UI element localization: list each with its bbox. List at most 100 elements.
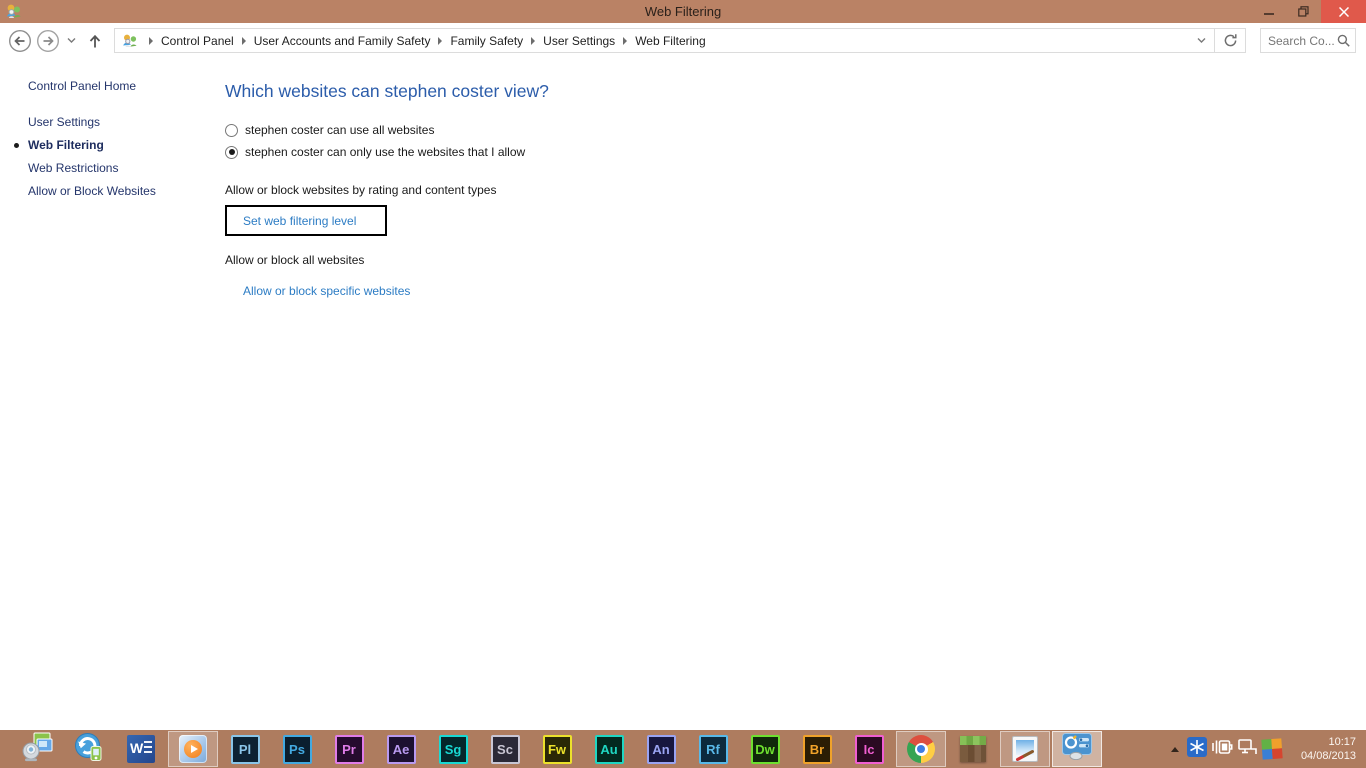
taskbar-app-windows-media-player[interactable] (168, 731, 218, 767)
sidebar-item-allow-or-block-websites[interactable]: Allow or Block Websites (28, 180, 212, 203)
chrome-icon (907, 735, 935, 763)
taskbar-app-adobe-prelude[interactable]: Pl (220, 731, 270, 767)
address-dropdown-button[interactable] (1189, 29, 1215, 52)
tray-time: 10:17 (1328, 736, 1356, 748)
breadcrumb-item-web-filtering[interactable]: Web Filtering (615, 29, 706, 52)
taskbar-app-adobe-fireworks[interactable]: Fw (532, 731, 582, 767)
breadcrumb-item-family-safety[interactable]: Family Safety (430, 29, 523, 52)
all-websites-section-label: Allow or block all websites (225, 253, 365, 267)
minimize-icon (1263, 12, 1274, 15)
radio-button[interactable] (225, 145, 238, 159)
allow-block-specific-websites-link[interactable]: Allow or block specific websites (243, 284, 410, 298)
taskbar-app-minecraft[interactable] (948, 731, 998, 767)
search-icon[interactable] (1337, 34, 1350, 47)
adobe-reflow-icon: Rf (698, 734, 728, 764)
taskbar-app-adobe-speedgrade[interactable]: Sg (428, 731, 478, 767)
breadcrumb-item-user-accounts-and-family-safety[interactable]: User Accounts and Family Safety (234, 29, 430, 52)
back-icon (8, 29, 32, 52)
sidebar-item-user-settings[interactable]: User Settings (28, 111, 212, 134)
title-bar: Web Filtering (0, 0, 1366, 23)
adobe-dreamweaver-icon: Dw (750, 734, 780, 764)
taskbar-app-paint[interactable] (1000, 731, 1050, 767)
radio-button[interactable] (225, 123, 238, 137)
back-button[interactable] (8, 29, 32, 53)
refresh-button[interactable] (1215, 29, 1245, 52)
network-icon (1237, 738, 1257, 754)
tray-icon-antivirus[interactable] (1259, 731, 1284, 767)
breadcrumb-item-user-settings[interactable]: User Settings (523, 29, 615, 52)
restore-button[interactable] (1286, 0, 1321, 23)
minecraft-icon (960, 736, 986, 762)
taskbar-app-control-panel[interactable] (1052, 731, 1102, 767)
rating-section-label: Allow or block websites by rating and co… (225, 183, 497, 197)
sidebar-item-web-restrictions[interactable]: Web Restrictions (28, 157, 212, 180)
sidebar-item-label: Control Panel Home (28, 79, 137, 93)
sidebar-item-control-panel-home[interactable]: Control Panel Home (28, 75, 212, 98)
taskbar-app-media-sync[interactable] (64, 731, 114, 767)
breadcrumb-separator-icon (241, 36, 246, 45)
taskbar-app-adobe-photoshop[interactable]: Ps (272, 731, 322, 767)
radio-option-stephen-coster-can-use-all-websites[interactable]: stephen coster can use all websites (225, 119, 925, 141)
control-panel-taskbar-icon (1062, 733, 1092, 761)
taskbar-app-adobe-dreamweaver[interactable]: Dw (740, 731, 790, 767)
website-access-radios: stephen coster can use all websites step… (225, 119, 925, 163)
sidebar: Control Panel Home User Settings Web Fil… (0, 58, 212, 203)
main-content: Which websites can stephen coster view? … (225, 81, 925, 298)
taskbar: W Pl Ps Pr Ae Sg Sc Fw Au An Rf Dw Br Ic… (0, 730, 1366, 768)
taskbar-app-webcam-photos[interactable] (12, 731, 62, 767)
adobe-speedgrade-icon: Sg (438, 734, 468, 764)
page-title: Which websites can stephen coster view? (225, 81, 549, 101)
radio-label: stephen coster can only use the websites… (245, 145, 526, 159)
search-input[interactable] (1268, 33, 1337, 48)
radio-label: stephen coster can use all websites (245, 123, 435, 137)
breadcrumb-separator-icon (531, 36, 536, 45)
sidebar-item-label: Allow or Block Websites (28, 184, 156, 198)
recent-pages-button[interactable] (64, 29, 78, 53)
adobe-premiere-icon: Pr (334, 734, 364, 764)
close-icon (1338, 6, 1349, 17)
tray-icon-deep-freeze[interactable] (1184, 731, 1209, 767)
radio-option-stephen-coster-can-only-use-the-websites-that-i-allow[interactable]: stephen coster can only use the websites… (225, 141, 925, 163)
taskbar-app-adobe-after-effects[interactable]: Ae (376, 731, 426, 767)
taskbar-app-adobe-scout[interactable]: Sc (480, 731, 530, 767)
sidebar-item-label: Web Restrictions (28, 161, 119, 175)
taskbar-app-adobe-reflow[interactable]: Rf (688, 731, 738, 767)
adobe-audition-icon: Au (594, 734, 624, 764)
breadcrumb-item-control-panel[interactable]: Control Panel (141, 29, 234, 52)
show-hidden-icons-button[interactable] (1166, 731, 1184, 767)
minimize-button[interactable] (1251, 0, 1286, 23)
active-bullet-icon (14, 143, 19, 148)
tray-icons (1184, 731, 1284, 767)
tray-icon-network[interactable] (1234, 731, 1259, 767)
up-arrow-icon (89, 34, 101, 47)
control-panel-icon (123, 34, 137, 47)
sidebar-item-label: Web Filtering (28, 138, 104, 152)
adobe-photoshop-icon: Ps (282, 734, 312, 764)
taskbar-app-word[interactable]: W (116, 731, 166, 767)
windows-media-player-icon (179, 735, 207, 763)
taskbar-app-adobe-bridge[interactable]: Br (792, 731, 842, 767)
up-button[interactable] (84, 29, 106, 53)
adobe-fireworks-icon: Fw (542, 734, 572, 764)
taskbar-app-adobe-premiere[interactable]: Pr (324, 731, 374, 767)
taskbar-app-chrome[interactable] (896, 731, 946, 767)
forward-button[interactable] (36, 29, 60, 53)
adobe-scout-icon: Sc (490, 734, 520, 764)
chevron-down-icon (1197, 38, 1206, 43)
tray-icon-power[interactable] (1209, 731, 1234, 767)
close-button[interactable] (1321, 0, 1366, 23)
sidebar-item-web-filtering[interactable]: Web Filtering (14, 134, 212, 157)
taskbar-app-adobe-animate[interactable]: An (636, 731, 686, 767)
taskbar-app-adobe-incopy[interactable]: Ic (844, 731, 894, 767)
taskbar-app-adobe-audition[interactable]: Au (584, 731, 634, 767)
refresh-icon (1224, 34, 1237, 47)
set-web-filtering-level-button[interactable]: Set web filtering level (225, 205, 387, 236)
tray-clock[interactable]: 10:17 04/08/2013 (1292, 735, 1356, 763)
breadcrumb-separator-icon (623, 36, 628, 45)
chevron-down-icon (67, 38, 75, 43)
adobe-prelude-icon: Pl (230, 734, 260, 764)
snowflake-icon (1186, 736, 1207, 757)
power-plug-icon (1211, 739, 1232, 754)
adobe-animate-icon: An (646, 734, 676, 764)
window-title: Web Filtering (644, 4, 722, 19)
